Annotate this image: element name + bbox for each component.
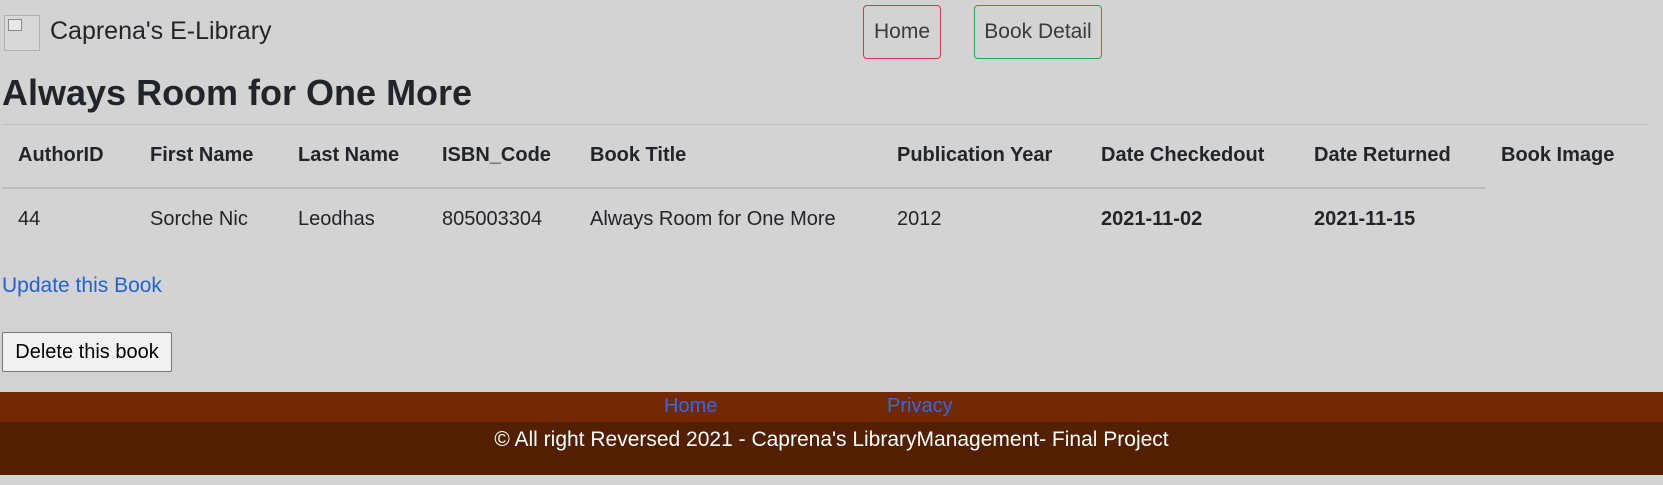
- column-header-isbn: ISBN_Code: [442, 144, 551, 166]
- footer-nav: Home Privacy: [0, 392, 1663, 422]
- update-book-link[interactable]: Update this Book: [2, 274, 162, 298]
- brand-title[interactable]: Caprena's E-Library: [50, 17, 272, 46]
- cell-last-name: Leodhas: [298, 208, 375, 230]
- footer: © All right Reversed 2021 - Caprena's Li…: [0, 422, 1663, 475]
- title-divider: [2, 124, 1648, 125]
- column-header-author-id: AuthorID: [18, 144, 104, 166]
- home-nav-button[interactable]: Home: [863, 5, 941, 59]
- column-header-book-image: Book Image: [1501, 144, 1615, 166]
- column-header-date-returned: Date Returned: [1314, 144, 1451, 166]
- cell-date-checkedout: 2021-11-02: [1101, 208, 1203, 230]
- cell-isbn: 805003304: [442, 208, 543, 230]
- column-header-book-title: Book Title: [590, 144, 687, 166]
- broken-image-icon[interactable]: [4, 15, 40, 51]
- delete-book-button[interactable]: Delete this book: [2, 332, 172, 372]
- column-header-first-name: First Name: [150, 144, 254, 166]
- cell-date-returned: 2021-11-15: [1314, 208, 1416, 230]
- column-header-publication-year: Publication Year: [897, 144, 1053, 166]
- navbar: Caprena's E-Library Home Book Detail: [0, 0, 1663, 64]
- copyright-text: © All right Reversed 2021 - Caprena's Li…: [494, 428, 1169, 451]
- footer-privacy-link[interactable]: Privacy: [887, 395, 953, 418]
- table-header-divider: [2, 187, 1485, 189]
- column-header-date-checkedout: Date Checkedout: [1101, 144, 1265, 166]
- cell-first-name: Sorche Nic: [150, 208, 248, 230]
- cell-book-title: Always Room for One More: [590, 208, 836, 230]
- cell-author-id: 44: [18, 208, 41, 230]
- column-header-last-name: Last Name: [298, 144, 400, 166]
- book-detail-nav-button[interactable]: Book Detail: [974, 5, 1102, 59]
- footer-home-link[interactable]: Home: [664, 395, 717, 418]
- page-title: Always Room for One More: [2, 72, 473, 113]
- cell-publication-year: 2012: [897, 208, 942, 230]
